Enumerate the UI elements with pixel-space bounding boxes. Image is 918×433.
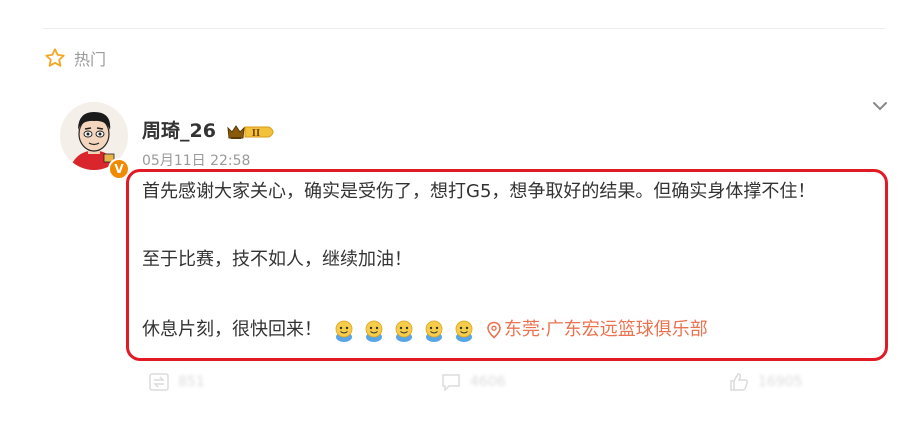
comment-count: 4606	[470, 374, 506, 390]
action-bar: 851 4606 16905	[0, 372, 918, 396]
doge-emoji-icon	[365, 320, 383, 342]
location-link[interactable]: 东莞·广东宏远篮球俱乐部	[486, 318, 708, 342]
star-icon	[44, 47, 66, 69]
doge-emoji-icon	[455, 320, 473, 342]
post-line-3-text: 休息片刻，很快回来！	[142, 319, 322, 340]
repost-button[interactable]: 851	[148, 372, 205, 392]
rank-badge-icon[interactable]: II	[225, 121, 279, 143]
like-count: 16905	[758, 374, 803, 390]
hot-label: 热门	[74, 50, 107, 69]
post-timestamp[interactable]: 05月11日 22:58	[142, 152, 250, 170]
chevron-down-icon[interactable]	[872, 100, 888, 112]
doge-emoji-icon	[425, 320, 443, 342]
location-pin-icon	[487, 321, 501, 339]
thumbs-up-icon	[730, 373, 749, 391]
post-line-3: 休息片刻，很快回来！ 东莞·广东宏远篮球俱乐部	[142, 318, 708, 342]
location-label: 东莞·广东宏远篮球俱乐部	[504, 319, 708, 340]
verified-badge: V	[108, 158, 130, 180]
comment-button[interactable]: 4606	[440, 372, 506, 392]
hot-section-header[interactable]: 热门	[44, 46, 106, 70]
doge-emoji-icon	[335, 320, 353, 342]
post-line-2: 至于比赛，技不如人，继续加油！	[142, 249, 412, 270]
like-button[interactable]: 16905	[728, 372, 803, 392]
repost-icon	[149, 373, 169, 391]
comment-icon	[442, 374, 460, 392]
doge-emoji-icon	[395, 320, 413, 342]
author-name[interactable]: 周琦_26	[142, 119, 216, 143]
repost-count: 851	[178, 374, 205, 390]
rank-badge-label: II	[252, 129, 260, 139]
emoji-row	[332, 318, 476, 342]
post-line-1: 首先感谢大家关心，确实是受伤了，想打G5，想争取好的结果。但确实身体撑不住！	[142, 181, 816, 202]
top-divider	[42, 28, 886, 29]
